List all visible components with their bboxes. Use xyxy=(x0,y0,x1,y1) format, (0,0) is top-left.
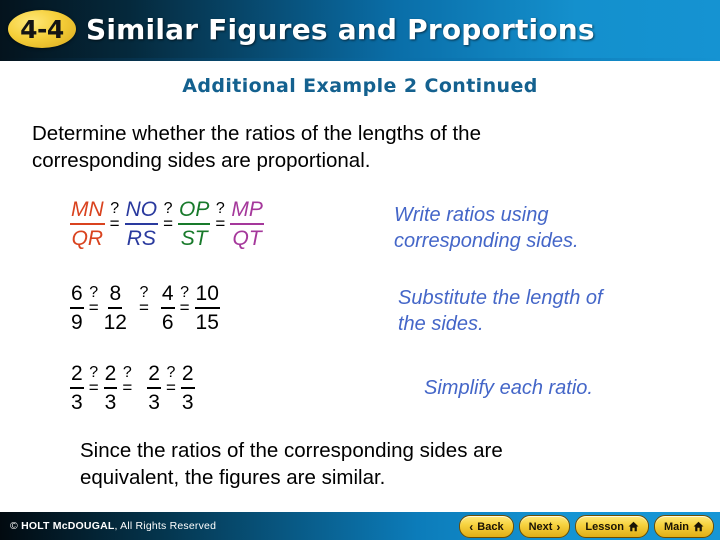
equals-sign: = xyxy=(109,214,120,233)
question-equals-symbol: ? = xyxy=(109,198,120,233)
next-button[interactable]: Next › xyxy=(518,515,571,538)
conclusion-text: Since the ratios of the corresponding si… xyxy=(80,439,503,489)
prompt-text: Determine whether the ratios of the leng… xyxy=(32,122,481,172)
fraction-op-st: OP ST xyxy=(178,198,211,251)
fraction-denominator: 15 xyxy=(195,311,219,334)
copyright-rest: , All Rights Reserved xyxy=(114,520,217,532)
chevron-left-icon: ‹ xyxy=(469,519,474,534)
fraction-numerator: 2 xyxy=(147,362,161,389)
annotation-step-1: Write ratios using corresponding sides. xyxy=(394,204,579,252)
fraction-2-3-b: 2 3 xyxy=(103,362,118,415)
ratio-row-simplified: 2 3 ? = 2 3 ? = 2 3 ? = 2 3 xyxy=(70,362,195,415)
fraction-numerator: 2 xyxy=(103,362,118,389)
back-button-label: Back xyxy=(477,520,504,533)
fraction-2-3-c: 2 3 xyxy=(147,362,161,415)
fraction-denominator: 3 xyxy=(148,391,160,414)
copyright-symbol: © xyxy=(10,520,18,532)
fraction-numerator: NO xyxy=(124,198,159,225)
slide-footer: © HOLT McDOUGAL, All Rights Reserved ‹ B… xyxy=(0,512,720,540)
copyright-brand: HOLT McDOUGAL xyxy=(21,520,115,532)
equals-sign: = xyxy=(138,298,149,317)
fraction-numerator: MP xyxy=(230,198,264,225)
ratio-row-letters: MN QR ? = NO RS ? = OP ST ? = MP QT xyxy=(70,198,264,251)
fraction-numerator: 2 xyxy=(70,362,84,389)
fraction-2-3-d: 2 3 xyxy=(180,362,195,415)
fraction-denominator: QR xyxy=(71,227,104,250)
fraction-no-rs: NO RS xyxy=(124,198,159,251)
next-button-label: Next xyxy=(528,520,553,533)
fraction-8-12: 8 12 xyxy=(104,282,127,335)
fraction-denominator: 3 xyxy=(71,391,83,414)
equals-sign: = xyxy=(165,378,176,397)
slide-root: 4-4 Similar Figures and Proportions Addi… xyxy=(0,0,720,540)
question-equals-symbol: ? = xyxy=(122,362,133,397)
home-icon xyxy=(693,521,704,532)
question-equals-symbol: ? = xyxy=(88,282,99,317)
equals-sign: = xyxy=(179,298,190,317)
fraction-numerator: 2 xyxy=(180,362,195,389)
question-equals-symbol: ? = xyxy=(138,282,149,317)
chevron-right-icon: › xyxy=(556,519,561,534)
navigation-buttons: ‹ Back Next › Lesson Main xyxy=(459,515,714,538)
question-equals-symbol: ? = xyxy=(163,198,174,233)
lesson-number-text: 4-4 xyxy=(20,14,64,44)
annotation-step-3: Simplify each ratio. xyxy=(424,377,593,399)
question-equals-symbol: ? = xyxy=(215,198,226,233)
home-icon xyxy=(628,521,639,532)
main-button-label: Main xyxy=(663,520,689,533)
fraction-mp-qt: MP QT xyxy=(230,198,264,251)
fraction-numerator: 4 xyxy=(160,282,175,309)
lesson-number-badge: 4-4 xyxy=(8,10,76,48)
lesson-button[interactable]: Lesson xyxy=(575,515,649,538)
question-equals-symbol: ? = xyxy=(179,282,190,317)
fraction-2-3-a: 2 3 xyxy=(70,362,84,415)
equals-sign: = xyxy=(163,214,174,233)
fraction-denominator: 6 xyxy=(161,311,174,334)
copyright-notice: © HOLT McDOUGAL, All Rights Reserved xyxy=(10,520,216,532)
lesson-button-label: Lesson xyxy=(585,520,624,533)
fraction-denominator: QT xyxy=(232,227,262,250)
equals-sign: = xyxy=(88,298,99,317)
question-equals-symbol: ? = xyxy=(88,362,99,397)
fraction-mn-qr: MN QR xyxy=(70,198,105,251)
header-divider xyxy=(0,58,720,61)
slide-header: 4-4 Similar Figures and Proportions xyxy=(0,0,720,58)
fraction-numerator: 6 xyxy=(70,282,84,309)
fraction-denominator: 3 xyxy=(104,391,117,414)
question-equals-symbol: ? = xyxy=(165,362,176,397)
ratio-row-numbers: 6 9 ? = 8 12 ? = 4 6 ? = 10 15 xyxy=(70,282,220,335)
fraction-denominator: 9 xyxy=(71,311,83,334)
equals-sign: = xyxy=(215,214,226,233)
equals-sign: = xyxy=(88,378,99,397)
fraction-4-6: 4 6 xyxy=(160,282,175,335)
fraction-numerator: OP xyxy=(178,198,211,225)
fraction-10-15: 10 15 xyxy=(194,282,220,335)
fraction-6-9: 6 9 xyxy=(70,282,84,335)
fraction-denominator: 3 xyxy=(181,391,194,414)
back-button[interactable]: ‹ Back xyxy=(459,515,514,538)
main-button[interactable]: Main xyxy=(653,515,714,538)
page-title: Similar Figures and Proportions xyxy=(86,12,595,46)
fraction-numerator: 8 xyxy=(108,282,123,309)
example-subtitle: Additional Example 2 Continued xyxy=(182,75,538,97)
annotation-step-2: Substitute the length of the sides. xyxy=(398,287,603,335)
fraction-denominator: 12 xyxy=(103,311,127,334)
fraction-numerator: MN xyxy=(70,198,105,225)
equals-sign: = xyxy=(122,378,133,397)
fraction-denominator: RS xyxy=(126,227,156,250)
fraction-denominator: ST xyxy=(180,227,208,250)
fraction-numerator: 10 xyxy=(194,282,220,309)
